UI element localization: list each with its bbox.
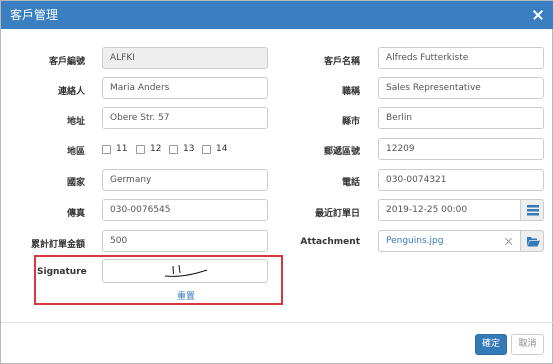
contact-label: 連絡人 <box>57 87 85 97</box>
company-name-field[interactable]: Alfreds Futterkiste <box>378 47 544 69</box>
region-option-label: 11 <box>116 144 128 154</box>
total-order-amount-label: 累計訂單金額 <box>30 240 85 250</box>
ok-button[interactable]: 確定 <box>475 334 507 355</box>
region-checkbox-13[interactable] <box>169 145 178 154</box>
attachment-label: Attachment <box>300 237 360 247</box>
date-picker-button[interactable] <box>520 199 544 221</box>
region-checkbox-11[interactable] <box>102 145 111 154</box>
close-icon[interactable] <box>531 1 545 29</box>
address-field[interactable]: Obere Str. 57 <box>102 107 268 129</box>
fax-field[interactable]: 030-0076545 <box>102 199 268 221</box>
customer-dialog: 客戶管理 客戶編號 ALFKI 客戶名稱 Alfreds Futterkiste… <box>0 0 553 364</box>
region-option-label: 12 <box>150 144 162 154</box>
region-option-label: 14 <box>216 144 228 154</box>
signature-strokes <box>164 264 208 277</box>
region-checkbox-14[interactable] <box>202 145 211 154</box>
region-label: 地區 <box>66 147 85 157</box>
country-label: 國家 <box>66 178 85 188</box>
cancel-button[interactable]: 取消 <box>511 334 544 355</box>
address-label: 地址 <box>66 117 85 127</box>
job-title-field[interactable]: Sales Representative <box>378 77 544 99</box>
signature-pad[interactable] <box>102 259 268 283</box>
customer-id-field: ALFKI <box>102 47 268 69</box>
job-title-label: 職稱 <box>341 87 360 97</box>
reset-signature-link[interactable]: 重置 <box>177 289 195 302</box>
phone-field[interactable]: 030-0074321 <box>378 169 544 191</box>
signature-label: Signature <box>37 267 87 277</box>
list-icon <box>527 205 539 216</box>
city-field[interactable]: Berlin <box>378 107 544 129</box>
contact-field[interactable]: Maria Anders <box>102 77 268 99</box>
dialog-title: 客戶管理 <box>10 8 59 22</box>
phone-label: 電話 <box>341 178 360 188</box>
browse-button[interactable] <box>520 230 544 252</box>
attachment-field[interactable]: Penguins.jpg <box>378 230 521 252</box>
last-order-date-field[interactable]: 2019-12-25 00:00 <box>378 199 521 221</box>
customer-id-label: 客戶編號 <box>48 57 85 67</box>
title-bar: 客戶管理 <box>1 1 553 29</box>
footer-divider <box>1 322 553 323</box>
postal-code-field[interactable]: 12209 <box>378 138 544 160</box>
postal-code-label: 郵遞區號 <box>323 147 360 157</box>
folder-open-icon <box>527 237 540 247</box>
country-field[interactable]: Germany <box>102 169 268 191</box>
fax-label: 傳真 <box>66 209 85 219</box>
last-order-date-label: 最近訂單日 <box>314 209 360 219</box>
region-checkbox-12[interactable] <box>136 145 145 154</box>
total-order-amount-field[interactable]: 500 <box>102 230 268 252</box>
region-option-label: 13 <box>183 144 195 154</box>
city-label: 縣市 <box>341 117 360 127</box>
company-name-label: 客戶名稱 <box>323 57 360 67</box>
clear-icon[interactable] <box>504 237 513 246</box>
